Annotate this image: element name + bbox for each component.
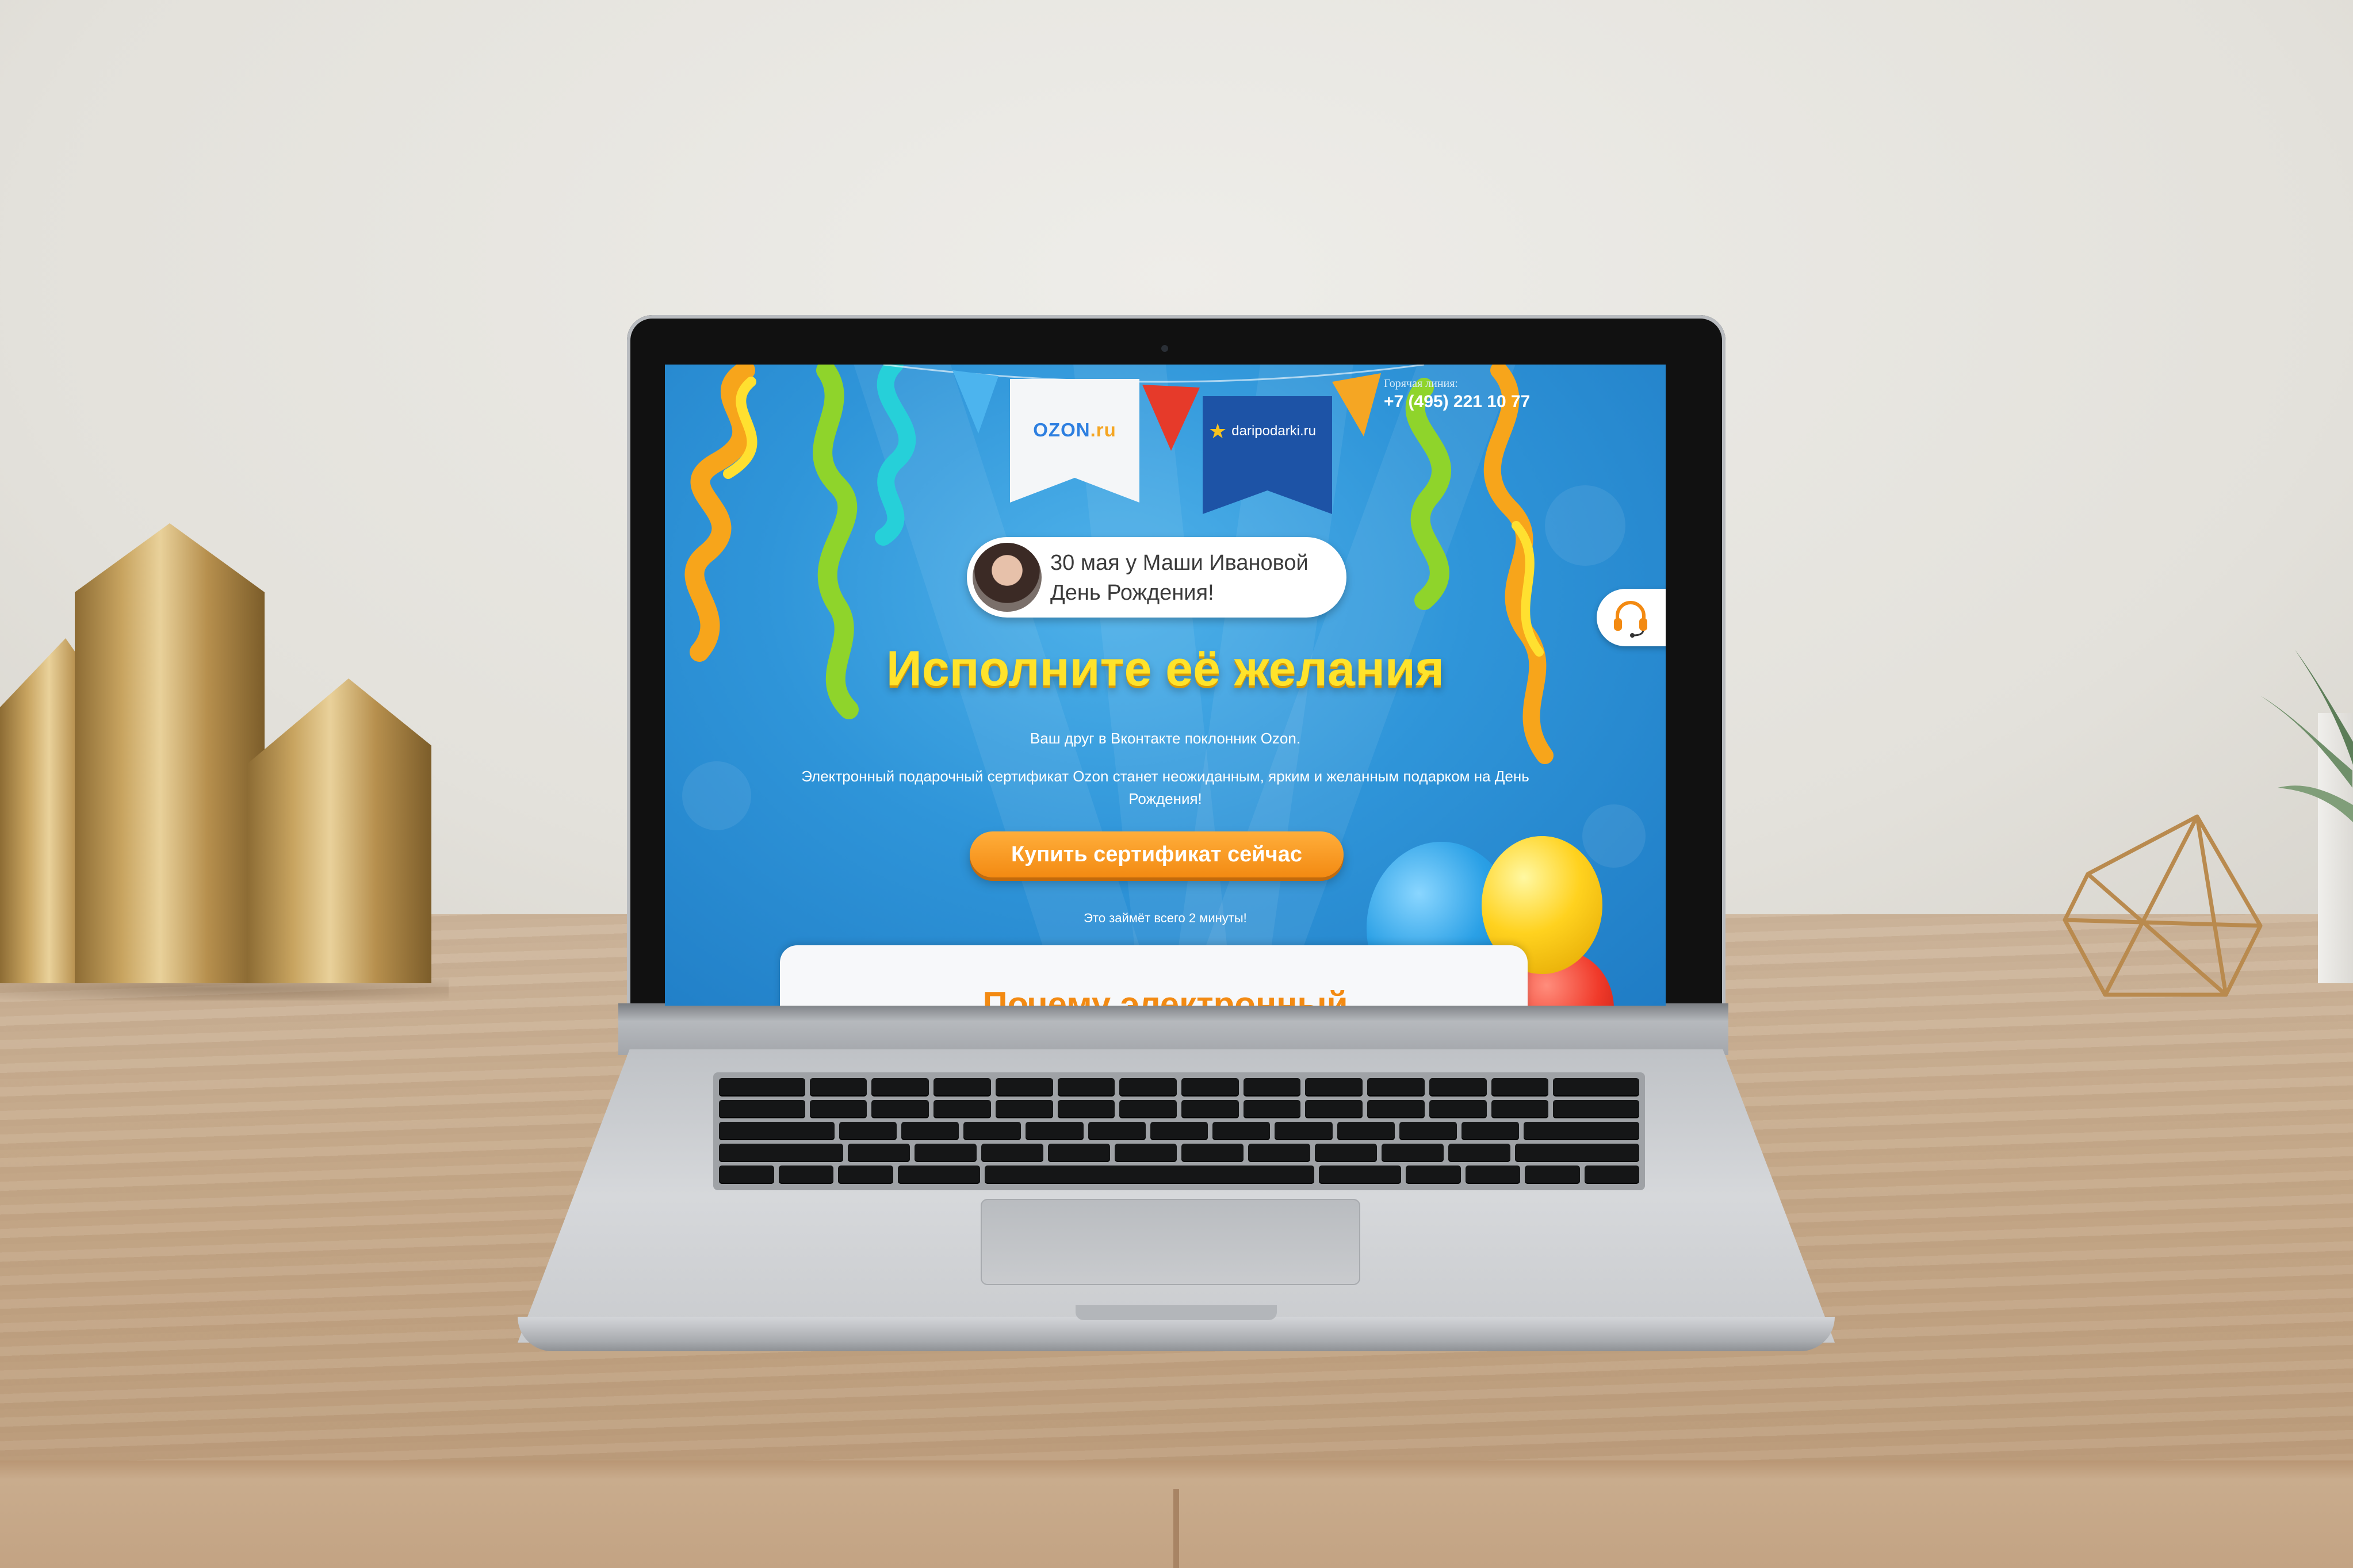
headset-icon [1614,601,1647,638]
trackpad[interactable] [981,1199,1360,1285]
keyboard[interactable] [713,1072,1645,1190]
geometric-ornament-icon [2063,814,2263,997]
support-button[interactable] [1597,589,1666,646]
ozon-logo-tld: .ru [1090,419,1116,440]
birthday-text: День Рождения! [1050,581,1214,605]
birthday-date-text: 30 мая у Маши Ивановой [1050,551,1309,575]
browser-viewport: OZON.ru ★ daripodarki.ru Горячая линия: … [665,365,1666,1006]
subheading-friend: Ваш друг в Вконтакте поклонник Ozon. [1030,730,1301,747]
birthday-notice-bubble: 30 мая у Маши Ивановой День Рождения! [967,537,1346,618]
laptop-base-lip [518,1317,1835,1351]
daripodarki-logo-text: daripodarki.ru [1231,423,1317,439]
ozon-logo[interactable]: OZON.ru [1024,419,1125,441]
gold-holder-tall [75,523,265,983]
hotline-phone[interactable]: +7 (495) 221 10 77 [1384,392,1530,412]
desk-drawer-gap [1173,1489,1179,1568]
laptop-open-notch [1076,1305,1277,1320]
webcam-icon [1161,345,1168,352]
page-headline: Исполните её желания [886,641,1444,696]
laptop-hinge [618,1003,1728,1055]
star-icon: ★ [1208,419,1227,443]
buy-certificate-button[interactable]: Купить сертификат сейчас [970,831,1344,877]
avatar [973,543,1042,612]
ozon-logo-text: OZON [1033,419,1091,440]
daripodarki-logo[interactable]: ★ daripodarki.ru [1208,419,1332,443]
section-title: Почему электронный [982,985,1348,1006]
subheading-certificate: Электронный подарочный сертификат Ozon с… [801,768,1529,807]
hotline-label: Горячая линия: [1384,377,1458,390]
